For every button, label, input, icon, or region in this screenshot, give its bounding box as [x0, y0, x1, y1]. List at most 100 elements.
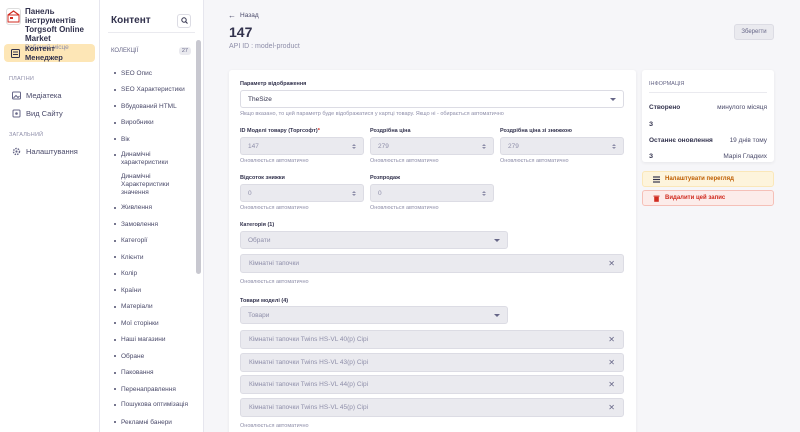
- collection-item-label: Мої сторінки: [121, 319, 159, 327]
- nav-section-general: ЗАГАЛЬНИЙ: [9, 132, 44, 138]
- delete-entry-button[interactable]: Видалити цей запис: [642, 190, 774, 206]
- models-select[interactable]: Товари: [240, 306, 508, 324]
- display-param-select[interactable]: TheSize: [240, 90, 624, 108]
- back-link-label: Назад: [240, 12, 259, 19]
- nav-media-library-label: Медіатека: [26, 90, 62, 100]
- updated-by-prefix: З: [649, 153, 654, 160]
- collection-item[interactable]: Динамічні Характеристики значення: [100, 170, 203, 200]
- nav-site-view[interactable]: Вид Сайту: [4, 104, 95, 122]
- close-icon[interactable]: ✕: [608, 380, 615, 389]
- configure-view-button[interactable]: Налаштувати перегляд: [642, 171, 774, 187]
- collection-item[interactable]: Паковання: [100, 365, 203, 382]
- collection-item[interactable]: SEO Характеристики: [100, 82, 203, 99]
- collection-item[interactable]: Замовлення: [100, 216, 203, 233]
- bullet-icon: [114, 239, 116, 242]
- relation-item[interactable]: Кімнатні тапочки Twins HS-VL 44(р) Сірі ✕: [240, 375, 624, 394]
- collection-item[interactable]: Вік: [100, 131, 203, 148]
- bullet-icon: [114, 371, 116, 374]
- close-icon[interactable]: ✕: [608, 259, 615, 268]
- nav-settings[interactable]: Налаштування: [4, 142, 95, 160]
- collection-item[interactable]: SEO Опис: [100, 65, 203, 82]
- bullet-icon: [114, 206, 116, 209]
- collection-item[interactable]: Категорії: [100, 233, 203, 250]
- main-navigation: Панель інструментів Torgsoft Online Mark…: [0, 0, 100, 432]
- required-marker: *: [317, 128, 320, 134]
- bullet-icon: [114, 388, 116, 391]
- discount-pct-input[interactable]: 0: [240, 184, 364, 202]
- page-title: 147: [229, 24, 253, 40]
- brand-title: Панель інструментів Torgsoft Online Mark…: [25, 7, 84, 43]
- collection-item[interactable]: Мої сторінки: [100, 315, 203, 332]
- collection-item[interactable]: Виробники: [100, 115, 203, 132]
- collection-item[interactable]: Країни: [100, 282, 203, 299]
- display-param-hint: Якщо вказано, то цей параметр буде відоб…: [240, 111, 504, 117]
- collection-item-label: Обране: [121, 352, 145, 360]
- search-button[interactable]: [177, 13, 191, 28]
- stepper-icon: [482, 143, 486, 149]
- collection-item[interactable]: Колір: [100, 266, 203, 283]
- collection-item[interactable]: Матеріали: [100, 299, 203, 316]
- display-param-value: TheSize: [248, 95, 272, 103]
- model-id-value: 147: [248, 142, 259, 150]
- divider: [649, 92, 767, 93]
- model-id-input[interactable]: 147: [240, 137, 364, 155]
- relation-item[interactable]: Кімнатні тапочки Twins HS-VL 43(р) Сірі ✕: [240, 352, 624, 372]
- info-title: ІНФОРМАЦІЯ: [649, 81, 685, 87]
- collection-item-label: Виробники: [121, 119, 154, 127]
- category-select[interactable]: Обрати: [240, 231, 508, 249]
- edit-form-card: Параметр відображення TheSize Якщо вказа…: [229, 70, 636, 432]
- category-placeholder: Обрати: [248, 236, 271, 244]
- info-panel: ІНФОРМАЦІЯ Створено минулого місяця З Ос…: [642, 70, 774, 162]
- discount-price-value: 279: [508, 142, 519, 150]
- created-label: Створено: [649, 104, 681, 111]
- collection-item-label: Паковання: [121, 369, 154, 377]
- nav-content-manager-label: Контент Менеджер: [25, 44, 63, 62]
- close-icon[interactable]: ✕: [608, 335, 615, 344]
- discount-pct-label: Відсоток знижки: [240, 175, 285, 181]
- collection-item[interactable]: Пошукова оптимізація: [100, 398, 203, 415]
- relation-item-label: Кімнатні тапочки Twins HS-VL 44(р) Сірі: [249, 381, 369, 388]
- nav-section-plugins: ПЛАГІНИ: [9, 76, 35, 82]
- updated-by: Марія Гладких: [723, 153, 767, 160]
- bullet-icon: [114, 72, 116, 75]
- discount-price-input[interactable]: 279: [500, 137, 624, 155]
- collection-item[interactable]: Живлення: [100, 200, 203, 217]
- retail-price-hint: Оновлюється автоматично: [370, 158, 439, 164]
- collections-label: КОЛЕКЦІЇ: [111, 48, 139, 54]
- collection-item[interactable]: Перенаправлення: [100, 381, 203, 398]
- subnav-scrollbar[interactable]: [196, 40, 201, 274]
- bullet-icon: [114, 272, 116, 275]
- relation-item-label: Кімнатні тапочки Twins HS-VL 43(р) Сірі: [249, 358, 369, 366]
- api-id: API ID : model-product: [229, 43, 300, 50]
- collection-item[interactable]: Динамічні характеристики: [100, 148, 203, 170]
- collection-item-label: Клієнти: [121, 253, 144, 261]
- models-label: Товари моделі (4): [240, 298, 289, 304]
- configure-view-label: Налаштувати перегляд: [665, 176, 734, 182]
- bullet-icon: [114, 355, 116, 358]
- back-link[interactable]: ← Назад: [228, 11, 259, 20]
- retail-price-input[interactable]: 279: [370, 137, 494, 155]
- save-button[interactable]: Зберегти: [734, 24, 774, 40]
- sale-input[interactable]: 0: [370, 184, 494, 202]
- collection-item[interactable]: Рекламні банери: [100, 414, 203, 431]
- nav-content-manager[interactable]: Контент Менеджер: [4, 44, 95, 62]
- collection-item-label: Матеріали: [121, 303, 153, 311]
- close-icon[interactable]: ✕: [608, 403, 615, 412]
- close-icon[interactable]: ✕: [608, 358, 615, 367]
- torgsoft-logo-icon: [6, 8, 21, 25]
- relation-item[interactable]: Кімнатні тапочки Twins HS-VL 40(р) Сірі ✕: [240, 330, 624, 349]
- brand: Панель інструментів Torgsoft Online Mark…: [0, 0, 99, 51]
- relation-item[interactable]: Кімнатні тапочки Twins HS-VL 45(р) Сірі ✕: [240, 397, 624, 417]
- updated-label: Останнє оновлення: [649, 137, 713, 144]
- collection-item[interactable]: Наші магазини: [100, 332, 203, 349]
- retail-price-value: 279: [378, 142, 389, 150]
- relation-item[interactable]: Кімнатні тапочки ✕: [240, 254, 624, 273]
- collection-item[interactable]: Вбудований HTML: [100, 98, 203, 115]
- collection-item[interactable]: Клієнти: [100, 249, 203, 266]
- content-manager-icon: [11, 48, 21, 58]
- bullet-icon: [114, 322, 116, 325]
- eye-icon: [11, 108, 21, 118]
- nav-media-library[interactable]: Медіатека: [4, 86, 95, 104]
- collection-item[interactable]: Обране: [100, 348, 203, 365]
- collection-item-label: Динамічні Характеристики значення: [121, 172, 170, 196]
